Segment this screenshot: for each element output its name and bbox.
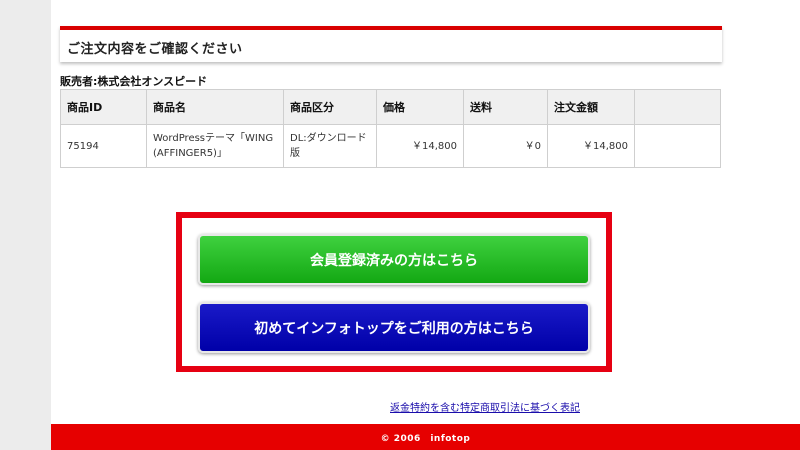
left-gutter	[0, 0, 51, 450]
seller-label: 販売者:株式会社オンスピード	[60, 75, 208, 88]
col-header-order-total: 注文金額	[547, 89, 635, 125]
legal-notice-link[interactable]: 返金特約を含む特定商取引法に基づく表記	[390, 399, 580, 414]
first-time-user-button[interactable]: 初めてインフォトップをご利用の方はこちら	[198, 302, 590, 353]
col-header-price: 価格	[376, 89, 464, 125]
member-login-button[interactable]: 会員登録済みの方はこちら	[198, 234, 590, 285]
footer: © 2006 infotop	[51, 424, 800, 450]
product-name-line2: (AFFINGER5)」	[153, 148, 227, 159]
order-confirm-header: ご注文内容をご確認ください	[60, 26, 722, 62]
category-line2: 版	[290, 148, 300, 159]
col-header-product-category: 商品区分	[283, 89, 377, 125]
table-header-row: 商品ID 商品名 商品区分 価格 送料 注文金額	[60, 89, 721, 125]
cell-extra	[634, 124, 721, 168]
col-header-product-name: 商品名	[146, 89, 284, 125]
cell-product-id: 75194	[60, 124, 147, 168]
col-header-shipping: 送料	[463, 89, 548, 125]
order-confirm-title: ご注文内容をご確認ください	[67, 42, 243, 57]
order-table: 商品ID 商品名 商品区分 価格 送料 注文金額 75194 WordPress…	[60, 89, 721, 168]
cell-product-category: DL:ダウンロード 版	[283, 124, 377, 168]
col-header-product-id: 商品ID	[60, 89, 147, 125]
col-header-empty	[634, 89, 721, 125]
cta-frame: 会員登録済みの方はこちら 初めてインフォトップをご利用の方はこちら	[176, 212, 612, 372]
table-row: 75194 WordPressテーマ「WING (AFFINGER5)」 DL:…	[60, 124, 721, 168]
category-line1: DL:ダウンロード	[290, 133, 367, 144]
cell-product-name: WordPressテーマ「WING (AFFINGER5)」	[146, 124, 284, 168]
product-name-line1: WordPressテーマ「WING	[153, 133, 274, 144]
cell-shipping: ￥0	[463, 124, 548, 168]
copyright-text: © 2006 infotop	[380, 433, 471, 444]
cell-price: ￥14,800	[376, 124, 464, 168]
cell-order-total: ￥14,800	[547, 124, 635, 168]
